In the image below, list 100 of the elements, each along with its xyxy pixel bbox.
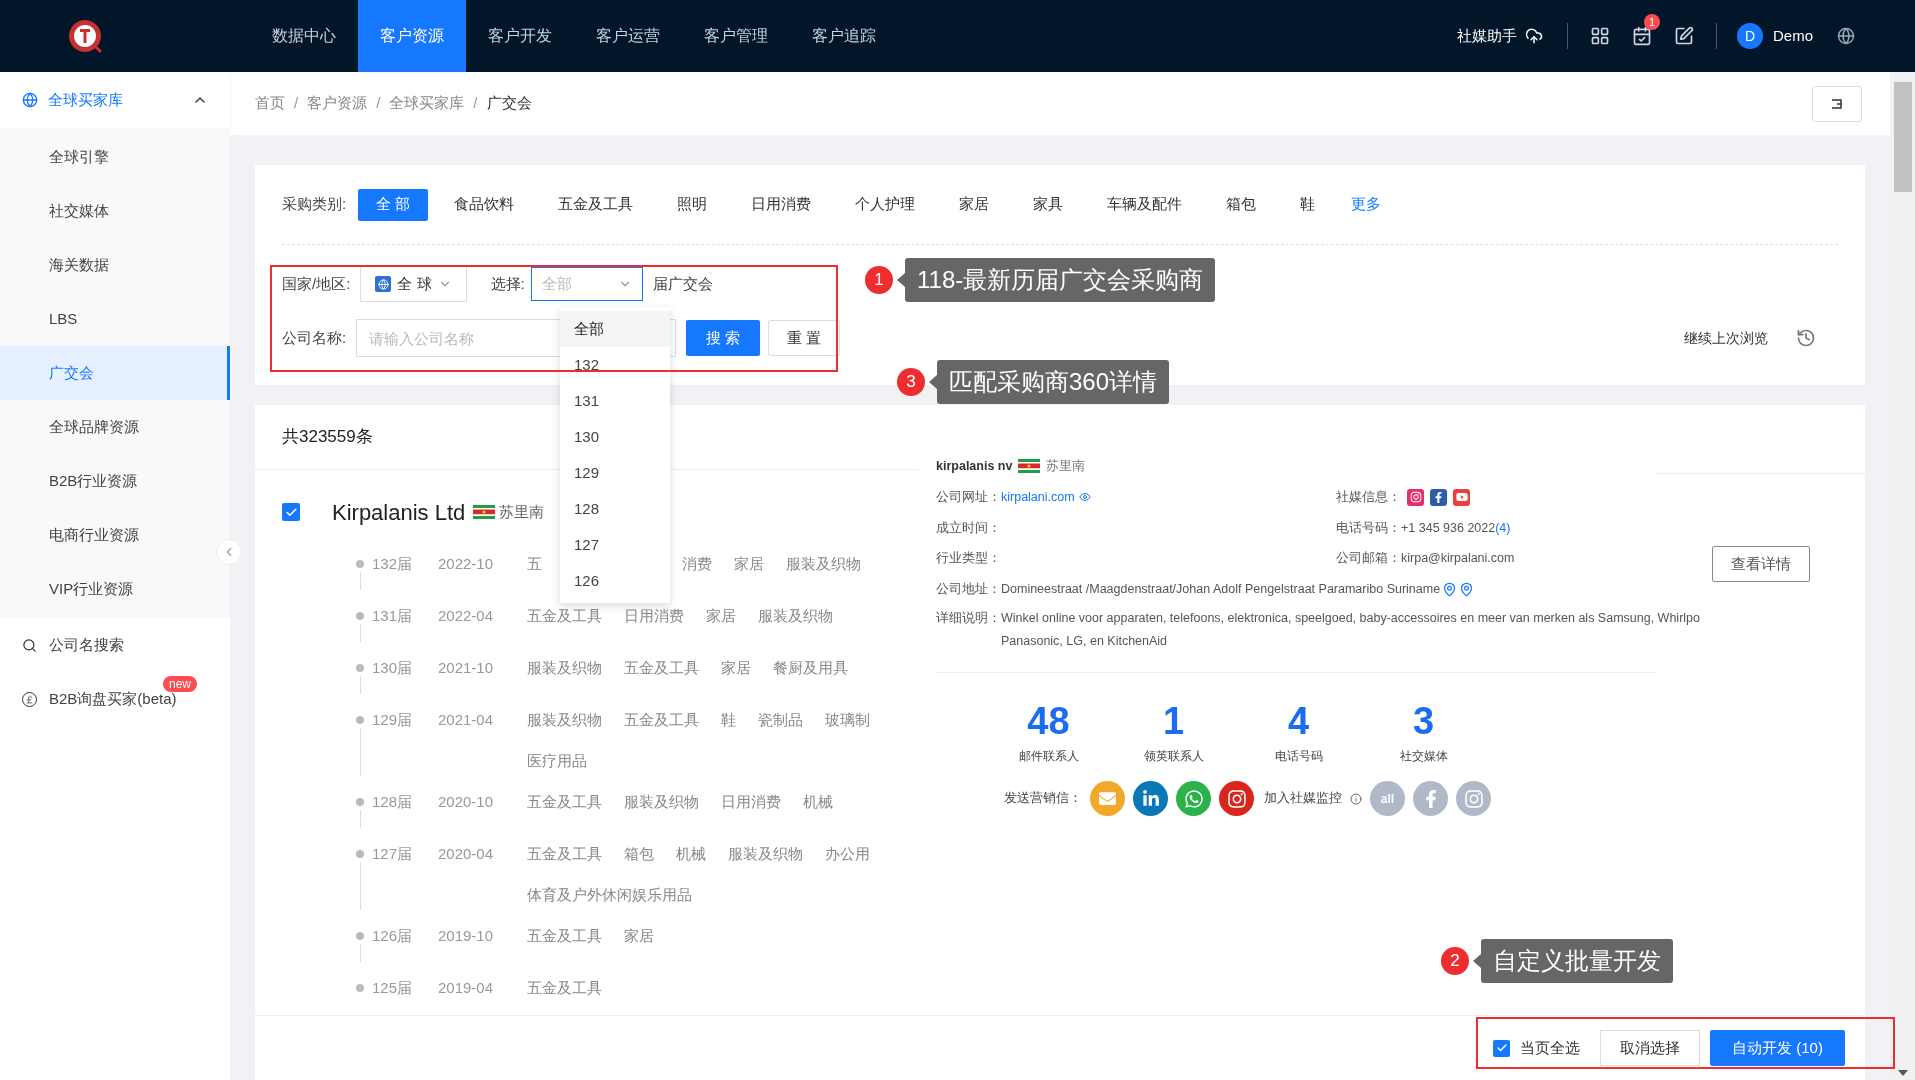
category-tag: 家居 <box>624 924 654 948</box>
company-name[interactable]: Kirpalanis Ltd <box>332 495 466 529</box>
sidebar-group-header[interactable]: 全球买家库 <box>0 72 230 128</box>
edit-icon[interactable] <box>1674 26 1694 46</box>
cloud-upload-icon <box>1525 27 1543 45</box>
facebook-icon[interactable] <box>1430 488 1447 506</box>
category-tab[interactable]: 箱包 <box>1208 188 1275 221</box>
category-tag: 服装及织物 <box>624 790 699 814</box>
user-avatar[interactable]: D <box>1737 23 1763 49</box>
dropdown-option[interactable]: 126 <box>560 563 670 599</box>
logo-icon <box>66 17 104 55</box>
stat-value[interactable]: 48 <box>1027 699 1070 744</box>
sidebar-item[interactable]: VIP行业资源 <box>0 562 230 616</box>
grid-icon[interactable] <box>1590 26 1610 46</box>
dropdown-option[interactable]: 129 <box>560 455 670 491</box>
sidebar-item[interactable]: LBS <box>0 292 230 346</box>
dropdown-option[interactable]: 130 <box>560 419 670 455</box>
breadcrumb-link[interactable]: 首页 <box>255 92 285 115</box>
sidebar-item[interactable]: 全球品牌资源 <box>0 400 230 454</box>
globe-icon <box>22 92 38 108</box>
website-link[interactable]: kirpalani.com <box>1001 487 1075 507</box>
select-all-checkbox[interactable]: 当页全选 <box>1493 1036 1580 1060</box>
scrollbar[interactable] <box>1890 72 1915 1080</box>
category-tag: 五 <box>527 552 542 576</box>
category-tag: 五金及工具 <box>527 604 602 628</box>
sidebar-item[interactable]: 公司名搜索 <box>0 618 230 672</box>
dropdown-option[interactable]: 131 <box>560 383 670 419</box>
category-tag: 家居 <box>706 604 736 628</box>
stat-value[interactable]: 1 <box>1162 699 1185 744</box>
sidebar-item[interactable]: B2B行业资源 <box>0 454 230 508</box>
linkedin-icon[interactable] <box>1133 781 1168 817</box>
sidebar-item[interactable]: 海关数据 <box>0 238 230 292</box>
session-number: 131届 <box>372 605 414 626</box>
nav-tab[interactable]: 客户追踪 <box>790 0 898 72</box>
country-select[interactable]: 全 球 <box>360 266 467 302</box>
company-checkbox[interactable] <box>282 503 300 521</box>
sidebar-item[interactable]: 广交会 <box>0 346 230 400</box>
category-tab[interactable]: 车辆及配件 <box>1089 188 1201 221</box>
history-icon[interactable] <box>1796 328 1816 348</box>
breadcrumb-separator: / <box>473 93 478 114</box>
category-tab[interactable]: 家具 <box>1015 188 1082 221</box>
sidebar-item[interactable]: 全球引擎 <box>0 130 230 184</box>
session-date: 2019-10 <box>438 925 495 946</box>
category-tab[interactable]: 照明 <box>659 188 726 221</box>
dropdown-option[interactable]: 128 <box>560 491 670 527</box>
map-pin-icon[interactable] <box>1442 581 1458 597</box>
collapse-panel-button[interactable] <box>1812 85 1862 122</box>
sidebar-item[interactable]: 社交媒体 <box>0 184 230 238</box>
breadcrumb-link[interactable]: 客户资源 <box>307 92 368 115</box>
nav-tab[interactable]: 数据中心 <box>250 0 358 72</box>
detail-company-name: kirpalanis nv <box>936 458 1013 475</box>
youtube-icon[interactable] <box>1453 488 1470 506</box>
search-button[interactable]: 搜 索 <box>686 320 761 356</box>
map-pin-icon[interactable] <box>1459 581 1475 597</box>
calendar-icon[interactable] <box>1632 26 1652 46</box>
sidebar-item[interactable]: 电商行业资源 <box>0 508 230 562</box>
breadcrumb-link[interactable]: 广交会 <box>486 92 532 115</box>
breadcrumb-separator: / <box>376 93 381 114</box>
assistant-button[interactable]: 社媒助手 <box>1457 24 1543 48</box>
category-tab[interactable]: 个人护理 <box>837 188 934 221</box>
instagram-icon[interactable] <box>1407 488 1424 506</box>
nav-tab[interactable]: 客户开发 <box>466 0 574 72</box>
stat-value[interactable]: 4 <box>1287 699 1310 744</box>
user-name[interactable]: Demo <box>1773 24 1813 48</box>
instagram-icon[interactable] <box>1219 781 1254 817</box>
whatsapp-icon[interactable] <box>1176 781 1211 817</box>
stat-value[interactable]: 3 <box>1412 699 1435 744</box>
category-tab[interactable]: 家居 <box>941 188 1008 221</box>
auto-develop-button[interactable]: 自动开发 (10) <box>1710 1030 1845 1066</box>
nav-tab[interactable]: 客户管理 <box>682 0 790 72</box>
session-date: 2022-10 <box>438 553 495 574</box>
info-icon[interactable] <box>1350 792 1362 805</box>
nav-tab[interactable]: 客户运营 <box>574 0 682 72</box>
category-tag: 日用消费 <box>624 604 684 628</box>
nav-tab[interactable]: 客户资源 <box>358 0 466 72</box>
language-icon[interactable] <box>1837 27 1855 45</box>
cancel-selection-button[interactable]: 取消选择 <box>1600 1030 1700 1066</box>
category-tab[interactable]: 全 部 <box>358 188 429 221</box>
category-tag: 五金及工具 <box>624 656 699 680</box>
reset-button[interactable]: 重 置 <box>768 320 841 356</box>
sidebar-item[interactable]: B2B询盘买家(beta) new <box>0 672 230 726</box>
dropdown-option[interactable]: 127 <box>560 527 670 563</box>
breadcrumb-link[interactable]: 全球买家库 <box>389 92 465 115</box>
new-badge: new <box>163 676 197 692</box>
dropdown-option[interactable]: 全部 <box>560 311 670 347</box>
category-tag: 鞋 <box>721 708 736 732</box>
country-name: 苏里南 <box>499 501 545 522</box>
view-details-button[interactable]: 查看详情 <box>1711 546 1810 582</box>
eye-icon[interactable] <box>1078 491 1091 504</box>
address-text: Domineestraat /Maagdenstraat/Johan Adolf Pengelstraat Paramaribo Suriname <box>1001 581 1441 598</box>
category-tag: 五金及工具 <box>527 842 602 866</box>
category-tab[interactable]: 食品饮料 <box>436 188 533 221</box>
more-link[interactable]: 更多 <box>1351 193 1382 216</box>
category-tab[interactable]: 鞋 <box>1282 188 1334 221</box>
session-number: 130届 <box>372 657 414 678</box>
phone-count-link[interactable]: (4) <box>1495 518 1511 538</box>
resume-link[interactable]: 继续上次浏览 <box>1684 327 1768 349</box>
description-text: Winkel online voor apparaten, telefoons, elektronica, speelgoed, baby-accessoires en meer van merken als Samsung, Whirlpo <box>1001 609 1700 627</box>
category-tab[interactable]: 日用消费 <box>733 188 830 221</box>
category-tab[interactable]: 五金及工具 <box>540 188 652 221</box>
